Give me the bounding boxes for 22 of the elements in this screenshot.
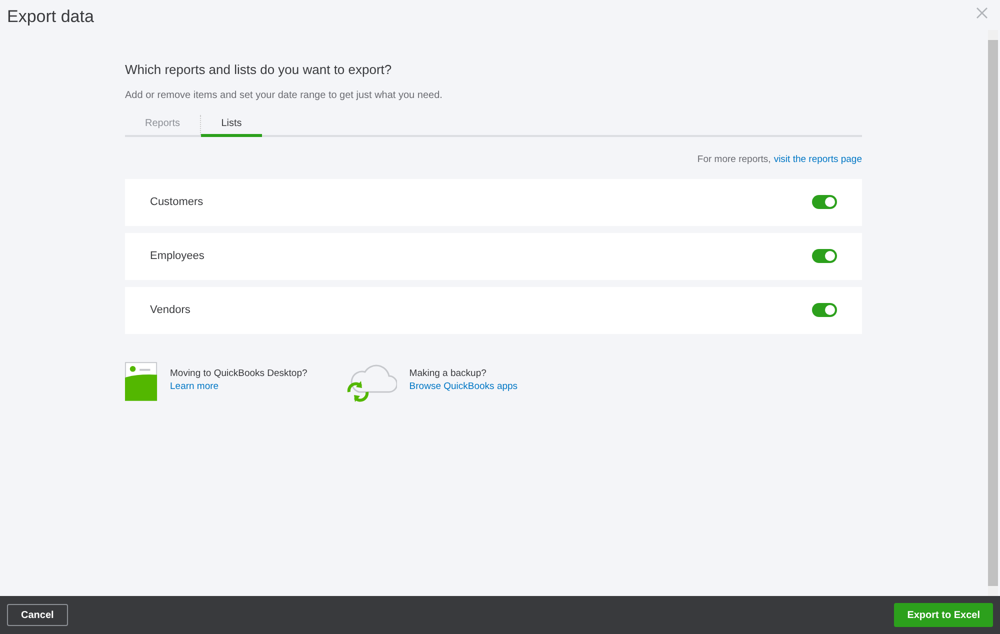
promo-title: Making a backup?: [409, 366, 488, 380]
toggle-switch[interactable]: [812, 249, 837, 264]
promo-title: Moving to QuickBooks Desktop?: [170, 366, 308, 380]
list-name: Vendors: [150, 303, 190, 318]
toggle-switch[interactable]: [812, 195, 837, 210]
toggle-switch[interactable]: [812, 303, 837, 318]
tab[interactable]: Reports: [125, 114, 201, 134]
screen-picture-icon: [125, 362, 158, 401]
subheading: Add or remove items and set your date range to get just what you need.: [125, 88, 444, 102]
more-reports-text: For more reports,: [697, 152, 771, 166]
list-name: Employees: [150, 249, 204, 264]
close-icon[interactable]: [976, 7, 988, 19]
tab[interactable]: Lists: [201, 114, 262, 136]
promo-link[interactable]: Browse QuickBooks apps: [409, 380, 518, 393]
reports-page-link[interactable]: visit the reports page: [774, 152, 862, 167]
promo-link[interactable]: Learn more: [170, 380, 308, 393]
scrollbar[interactable]: [988, 30, 998, 596]
list-name: Customers: [150, 195, 204, 210]
export-to-excel-button[interactable]: Export to Excel: [894, 603, 993, 627]
heading: Which reports and lists do you want to export?: [125, 61, 393, 79]
cancel-button[interactable]: Cancel: [7, 604, 68, 626]
window-title: Export data: [7, 6, 94, 28]
